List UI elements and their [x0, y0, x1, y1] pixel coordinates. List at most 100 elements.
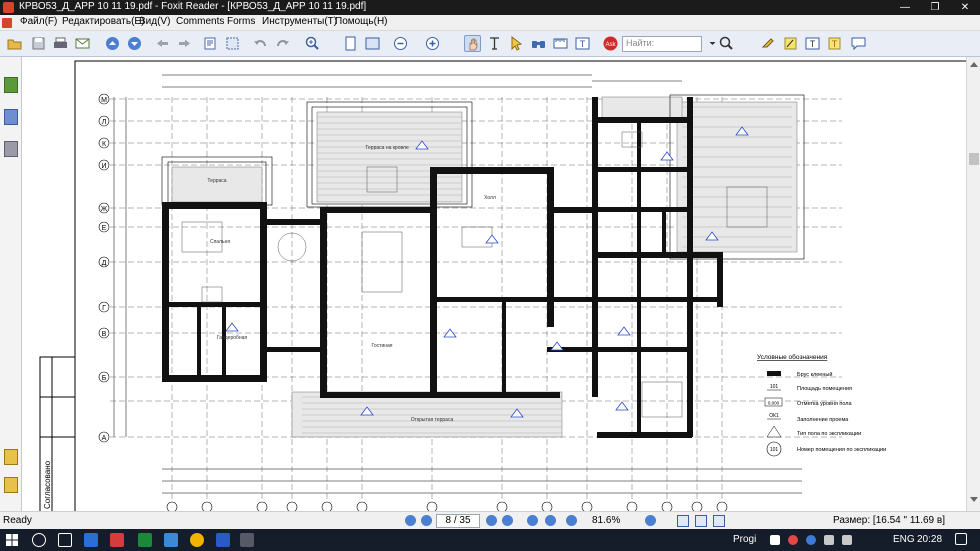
tray-progi-label[interactable]: Progi: [733, 534, 756, 545]
tray-language[interactable]: ENG: [893, 534, 915, 545]
back-view-icon[interactable]: [527, 515, 538, 526]
forward-arrow-icon[interactable]: [176, 35, 193, 52]
axis-row-label: Г: [102, 305, 106, 312]
undo-icon[interactable]: [252, 35, 269, 52]
tray-antivirus-icon[interactable]: [788, 535, 798, 545]
first-page-nav-icon[interactable]: [405, 515, 416, 526]
legend-item-beam: Брус клееный: [797, 371, 832, 378]
menu-view[interactable]: Вид(V): [139, 16, 170, 27]
facing-view-icon[interactable]: [713, 515, 725, 527]
attachments-icon[interactable]: [4, 477, 18, 493]
tray-clock[interactable]: 20:28: [917, 534, 942, 545]
status-bar: Ready 8 / 35 81.6% Размер: [16.54 " 11.6…: [0, 511, 980, 529]
save-icon[interactable]: [30, 35, 47, 52]
windows-start-icon[interactable]: [6, 534, 18, 546]
comments-panel-icon[interactable]: [4, 449, 18, 465]
legend-item-area: Площадь помещения: [797, 386, 852, 392]
menu-tools[interactable]: Инструменты(T): [262, 16, 337, 27]
chrome-icon[interactable]: [190, 533, 204, 547]
tray-chevron-icon[interactable]: [770, 535, 780, 545]
tray-volume-icon[interactable]: [842, 535, 852, 545]
zoom-in-icon[interactable]: [304, 35, 321, 52]
title-bar: КРВО53_Д_АРР 10 11 19.pdf - Foxit Reader…: [0, 0, 980, 15]
forward-view-icon[interactable]: [545, 515, 556, 526]
page-size-readout: Размер: [16.54 " 11.69 в]: [833, 515, 945, 526]
tray-app-icon[interactable]: [806, 535, 816, 545]
doc-icon[interactable]: [2, 18, 12, 28]
next-page-nav-icon[interactable]: [486, 515, 497, 526]
notifications-icon[interactable]: [955, 533, 967, 545]
app-blue-icon[interactable]: [164, 533, 178, 547]
store-app-icon[interactable]: [84, 533, 98, 547]
zoom-in-status-icon[interactable]: [645, 515, 656, 526]
minimize-button[interactable]: —: [890, 0, 920, 15]
zoom-in-circle-icon[interactable]: [424, 35, 441, 52]
menu-help[interactable]: Помощь(H): [335, 16, 388, 27]
textbox-icon[interactable]: T: [804, 35, 821, 52]
fit-page-icon[interactable]: [342, 35, 359, 52]
scroll-up-icon[interactable]: [970, 60, 978, 67]
binoculars-icon[interactable]: [530, 35, 547, 52]
stamp-label: Согласовано: [43, 460, 52, 509]
menu-file[interactable]: Файл(F): [20, 16, 57, 27]
ask-search-icon[interactable]: Ask: [602, 35, 619, 52]
note-icon[interactable]: T: [826, 35, 843, 52]
single-page-view-icon[interactable]: [677, 515, 689, 527]
ruler-icon[interactable]: [552, 35, 569, 52]
snapshot-icon[interactable]: [224, 35, 241, 52]
email-icon[interactable]: [74, 35, 91, 52]
prev-page-nav-icon[interactable]: [421, 515, 432, 526]
zoom-level[interactable]: 81.6%: [592, 515, 620, 526]
pages-icon[interactable]: [4, 109, 18, 125]
close-button[interactable]: ✕: [950, 0, 980, 15]
hand-tool-icon[interactable]: [464, 35, 481, 52]
select-text-tool-icon[interactable]: [486, 35, 503, 52]
tray-network-icon[interactable]: [824, 535, 834, 545]
legend-title: Условные обозначения: [757, 353, 828, 361]
find-icon[interactable]: [718, 35, 735, 52]
first-page-icon[interactable]: [104, 35, 121, 52]
select-text-icon[interactable]: [202, 35, 219, 52]
search-taskbar-icon[interactable]: [32, 533, 46, 547]
menu-bar: Файл(F) Редактировать(E) Вид(V) Comments…: [0, 15, 980, 31]
app-blue2-icon[interactable]: [216, 533, 230, 547]
highlight-icon[interactable]: [782, 35, 799, 52]
floor-plan-drawing: Согласовано М Л К И Ж Е Д Г В Б А Террас…: [39, 60, 966, 511]
layers-icon[interactable]: [4, 141, 18, 157]
redo-icon[interactable]: [274, 35, 291, 52]
room-label-wardrobe: Гардеробная: [217, 335, 248, 341]
menu-forms[interactable]: Forms: [227, 16, 255, 27]
callout-icon[interactable]: [850, 35, 867, 52]
restore-button[interactable]: ❐: [920, 0, 950, 15]
last-page-icon[interactable]: [126, 35, 143, 52]
axis-row-label: М: [101, 97, 107, 104]
comment-tool-icon[interactable]: [760, 35, 777, 52]
page-number-input[interactable]: 8 / 35: [436, 514, 480, 528]
scroll-thumb[interactable]: [969, 153, 979, 165]
print-icon[interactable]: [52, 35, 69, 52]
vertical-scrollbar[interactable]: [966, 57, 980, 511]
document-canvas[interactable]: Согласовано М Л К И Ж Е Д Г В Б А Террас…: [22, 57, 966, 511]
search-dropdown-icon[interactable]: [704, 35, 716, 52]
zoom-out-status-icon[interactable]: [566, 515, 577, 526]
typewriter-icon[interactable]: T: [574, 35, 591, 52]
task-view-icon[interactable]: [58, 533, 72, 547]
annotation-select-icon[interactable]: [508, 35, 525, 52]
back-arrow-icon[interactable]: [154, 35, 171, 52]
continuous-view-icon[interactable]: [695, 515, 707, 527]
app-red-icon[interactable]: [110, 533, 124, 547]
menu-edit[interactable]: Редактировать(E): [62, 16, 144, 27]
menu-comments[interactable]: Comments: [176, 16, 224, 27]
last-page-nav-icon[interactable]: [502, 515, 513, 526]
file-explorer-icon[interactable]: [240, 533, 254, 547]
search-input[interactable]: Найти:: [622, 36, 702, 52]
app-green-icon[interactable]: [138, 533, 152, 547]
zoom-out-circle-icon[interactable]: [392, 35, 409, 52]
open-folder-icon[interactable]: [6, 35, 23, 52]
axis-row-label: И: [101, 163, 106, 170]
fit-width-icon[interactable]: [364, 35, 381, 52]
axis-row-label: Е: [102, 225, 107, 232]
bookmarks-icon[interactable]: [4, 77, 18, 93]
svg-text:T: T: [580, 39, 586, 49]
scroll-down-icon[interactable]: [970, 497, 978, 502]
